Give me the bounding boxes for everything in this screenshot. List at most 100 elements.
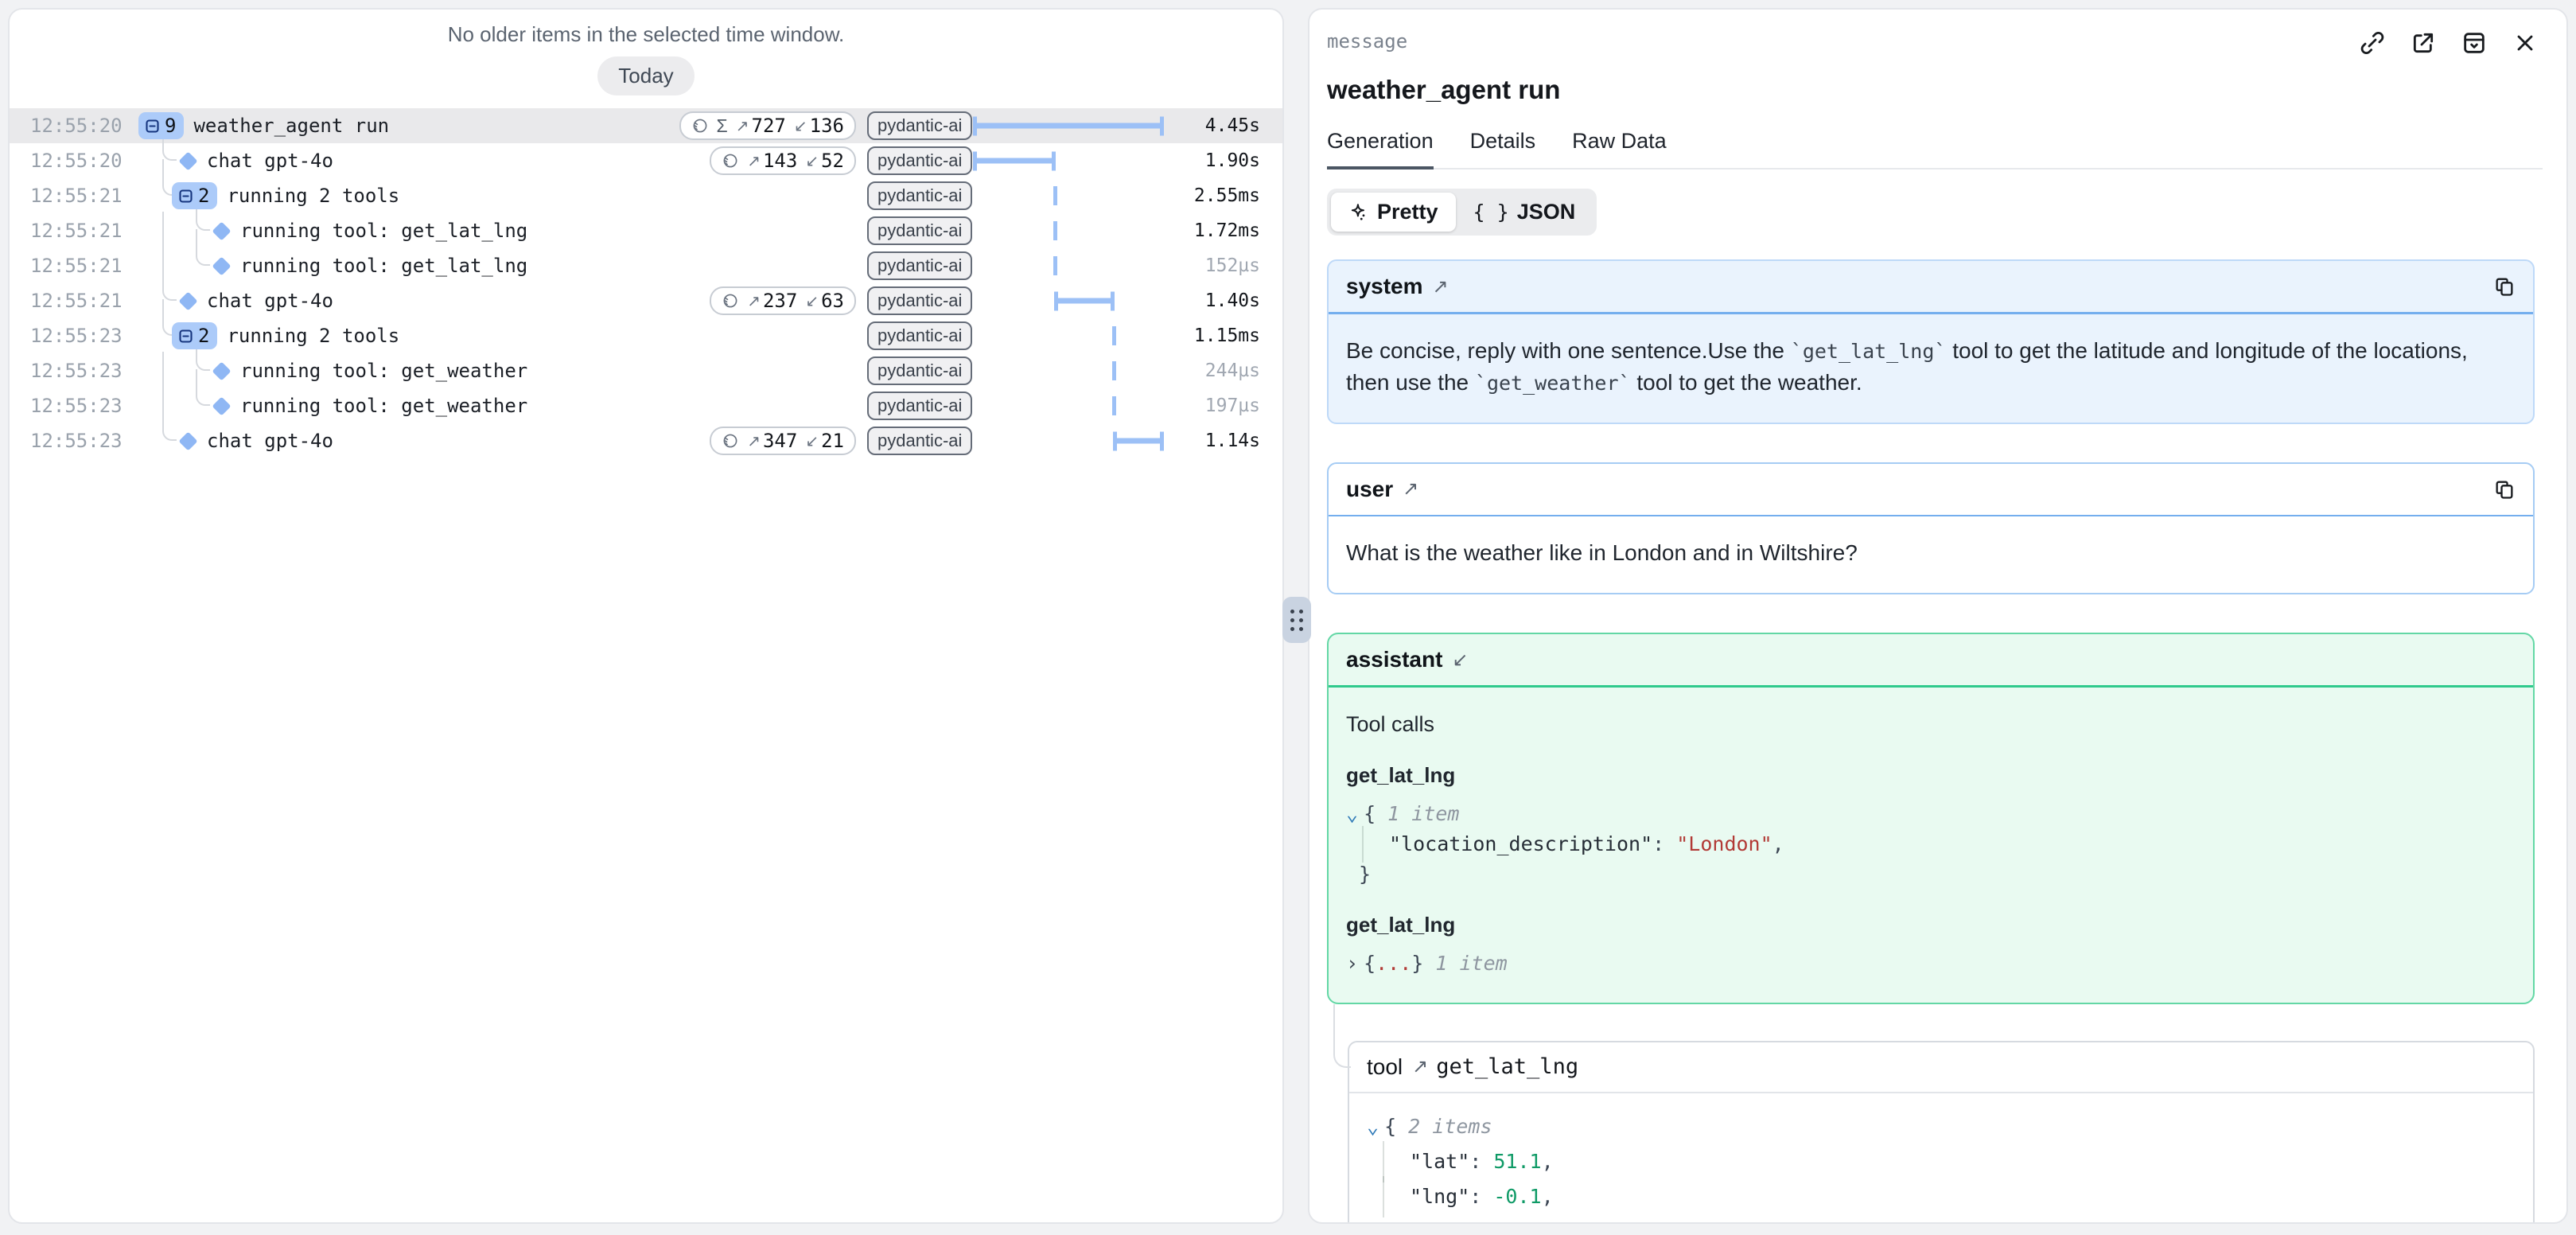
output-tokens: ↙63 [805, 290, 844, 312]
grip-dot [1290, 627, 1294, 631]
detail-header: message weather_agent run [1309, 10, 2566, 105]
timeline-cell [974, 283, 1163, 318]
detail-panel: message weather_agent run Generation Det… [1308, 8, 2568, 1224]
collapse-toggle[interactable]: 9 [138, 112, 184, 139]
trace-row[interactable]: 12:55:209weather_agent runΣ↗727↙136pydan… [10, 108, 1282, 143]
card-body: Be concise, reply with one sentence.Use … [1329, 314, 2533, 423]
today-button[interactable]: Today [597, 56, 694, 95]
child-count: 2 [198, 325, 209, 347]
card-header: assistant ↙ [1329, 634, 2533, 685]
input-tokens: ↗237 [747, 290, 797, 312]
trace-row[interactable]: 12:55:21running tool: get_lat_lngpydanti… [10, 248, 1282, 283]
json-punc: , [1542, 1150, 1554, 1173]
arrow-received-icon: ↙ [1452, 649, 1468, 672]
json-view-button[interactable]: { } JSON [1456, 193, 1593, 232]
row-duration: 1.90s [1163, 150, 1282, 171]
scope-cell: pydantic-ai [867, 427, 974, 455]
tokens-icon [722, 432, 739, 450]
trace-row[interactable]: 12:55:232running 2 toolspydantic-ai 1.15m… [10, 318, 1282, 353]
json-line: } [1346, 859, 2516, 890]
row-timestamp: 12:55:20 [10, 115, 138, 137]
span-diamond-icon [178, 151, 197, 170]
sigma-total-icon: Σ [717, 115, 728, 137]
collapse-toggle[interactable]: 2 [172, 182, 217, 209]
dock-panel-icon[interactable] [2461, 30, 2487, 56]
timeline-cell [974, 108, 1163, 143]
row-main: chat gpt-4o↗237↙63 [138, 283, 867, 318]
scope-badge: pydantic-ai [867, 321, 972, 350]
tab-generation[interactable]: Generation [1327, 129, 1434, 169]
duration-tick [1112, 396, 1116, 415]
duration-bar [974, 123, 1163, 129]
json-line: ⌄{ 1 item [1346, 799, 2516, 829]
copy-button[interactable] [2493, 275, 2516, 298]
copy-button[interactable] [2493, 478, 2516, 501]
trace-row[interactable]: 12:55:23chat gpt-4o↗347↙21pydantic-ai1.1… [10, 423, 1282, 458]
scope-badge: pydantic-ai [867, 392, 972, 420]
scope-cell: pydantic-ai [867, 111, 974, 140]
tokens-icon [722, 292, 739, 310]
panel-kind-label: message [1327, 30, 1407, 53]
input-tokens-arrow-icon: ↗ [736, 116, 749, 136]
pretty-label: Pretty [1377, 200, 1438, 224]
input-tokens-count: 143 [763, 150, 797, 172]
span-name: running tool: get_lat_lng [240, 220, 527, 242]
span-name: running tool: get_lat_lng [240, 255, 527, 277]
chevron-down-icon[interactable]: ⌄ [1367, 1115, 1379, 1138]
output-tokens-count: 52 [821, 150, 844, 172]
scope-cell: pydantic-ai [867, 146, 974, 175]
token-usage-pill: ↗347↙21 [710, 427, 856, 455]
link-icon[interactable] [2360, 30, 2385, 56]
open-in-new-icon[interactable] [2411, 30, 2436, 56]
json-line: "lat": 51.1, [1367, 1144, 2516, 1179]
timeline-cell [974, 388, 1163, 423]
row-timestamp: 12:55:23 [10, 325, 138, 347]
scope-cell: pydantic-ai [867, 356, 974, 385]
grip-dot [1299, 618, 1303, 622]
duration-bar [1114, 438, 1163, 444]
input-tokens: ↗143 [747, 150, 797, 172]
scope-badge: pydantic-ai [867, 181, 972, 210]
row-main: 2running 2 tools [138, 318, 867, 353]
close-icon[interactable] [2512, 30, 2538, 56]
text-run: tool to get the weather. [1631, 370, 1862, 395]
role-label: assistant [1346, 647, 1442, 672]
square-minus-icon [144, 118, 161, 134]
chevron-down-icon[interactable]: ⌄ [1346, 802, 1358, 825]
row-duration: 1.15ms [1163, 325, 1282, 346]
trace-row[interactable]: 12:55:23running tool: get_weatherpydanti… [10, 353, 1282, 388]
output-tokens: ↙21 [805, 430, 844, 452]
json-line: "lng": -0.1, [1367, 1179, 2516, 1214]
tab-raw-data[interactable]: Raw Data [1572, 129, 1667, 169]
trace-row[interactable]: 12:55:20chat gpt-4o↗143↙52pydantic-ai1.9… [10, 143, 1282, 178]
card-body: What is the weather like in London and i… [1329, 516, 2533, 593]
tab-details[interactable]: Details [1470, 129, 1536, 169]
arrow-sent-icon: ↗ [1403, 477, 1418, 501]
trace-row[interactable]: 12:55:23running tool: get_weatherpydanti… [10, 388, 1282, 423]
json-viewer: ⌄{ 2 items"lat": 51.1,"lng": -0.1,} [1367, 1109, 2516, 1225]
json-punc: : [1652, 832, 1676, 855]
system-message-card: system↗Be concise, reply with one senten… [1327, 259, 2535, 424]
inline-code: `get_lat_lng` [1791, 340, 1947, 363]
card-body: Tool callsget_lat_lng⌄{ 1 item"location_… [1329, 688, 2533, 1003]
message-text: Be concise, reply with one sentence.Use … [1346, 335, 2516, 399]
trace-row[interactable]: 12:55:212running 2 toolspydantic-ai2.55m… [10, 178, 1282, 213]
panel-resize-handle[interactable] [1282, 597, 1311, 643]
span-diamond-icon [212, 221, 231, 240]
row-timestamp: 12:55:20 [10, 150, 138, 172]
duration-bar [1055, 298, 1114, 304]
row-timestamp: 12:55:21 [10, 220, 138, 242]
card-body: ⌄{ 2 items"lat": 51.1,"lng": -0.1,} [1349, 1093, 2533, 1225]
trace-row[interactable]: 12:55:21running tool: get_lat_lngpydanti… [10, 213, 1282, 248]
duration-bar [974, 158, 1055, 164]
collapse-toggle[interactable]: 2 [172, 322, 217, 349]
row-main: chat gpt-4o ↗347↙21 [138, 423, 867, 458]
pretty-view-button[interactable]: Pretty [1331, 193, 1456, 232]
trace-row[interactable]: 12:55:21chat gpt-4o↗237↙63pydantic-ai1.4… [10, 283, 1282, 318]
chevron-right-icon[interactable]: › [1346, 952, 1358, 975]
span-name: chat gpt-4o [207, 430, 333, 452]
row-duration: 244µs [1163, 360, 1282, 381]
trace-row-list: 12:55:209weather_agent runΣ↗727↙136pydan… [10, 108, 1282, 458]
json-viewer: ›{...} 1 item [1346, 949, 2516, 979]
input-tokens-arrow-icon: ↗ [747, 291, 761, 311]
